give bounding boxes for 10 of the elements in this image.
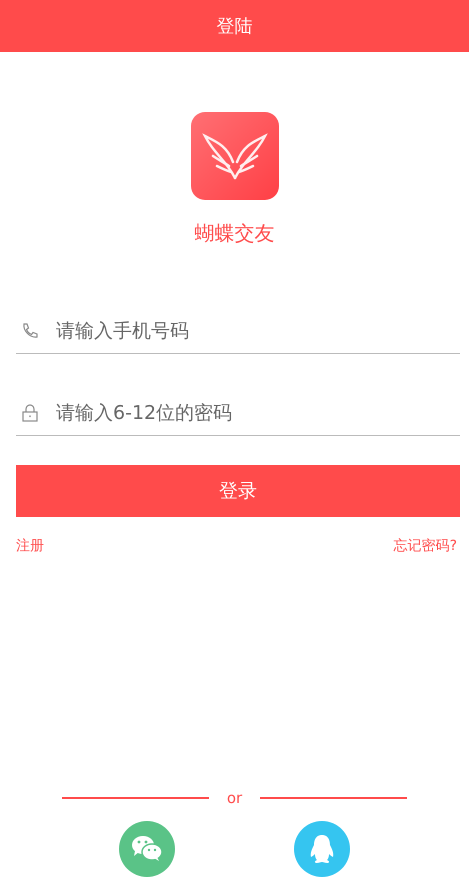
- input-field[interactable]: 请输入6-12位的密码: [56, 402, 460, 424]
- register-link[interactable]: 注册: [16, 537, 44, 555]
- login-button[interactable]: 登录: [16, 465, 460, 517]
- butterfly-logo-icon: [190, 112, 278, 200]
- lock-icon: [20, 403, 40, 423]
- app-name: 蝴蝶交友: [194, 220, 274, 247]
- or-label: or: [226, 789, 242, 807]
- input-field[interactable]: 请输入手机号码: [56, 320, 460, 342]
- page-title: 登陆: [216, 15, 252, 38]
- forgot-password-link[interactable]: 忘记密码?: [394, 537, 457, 555]
